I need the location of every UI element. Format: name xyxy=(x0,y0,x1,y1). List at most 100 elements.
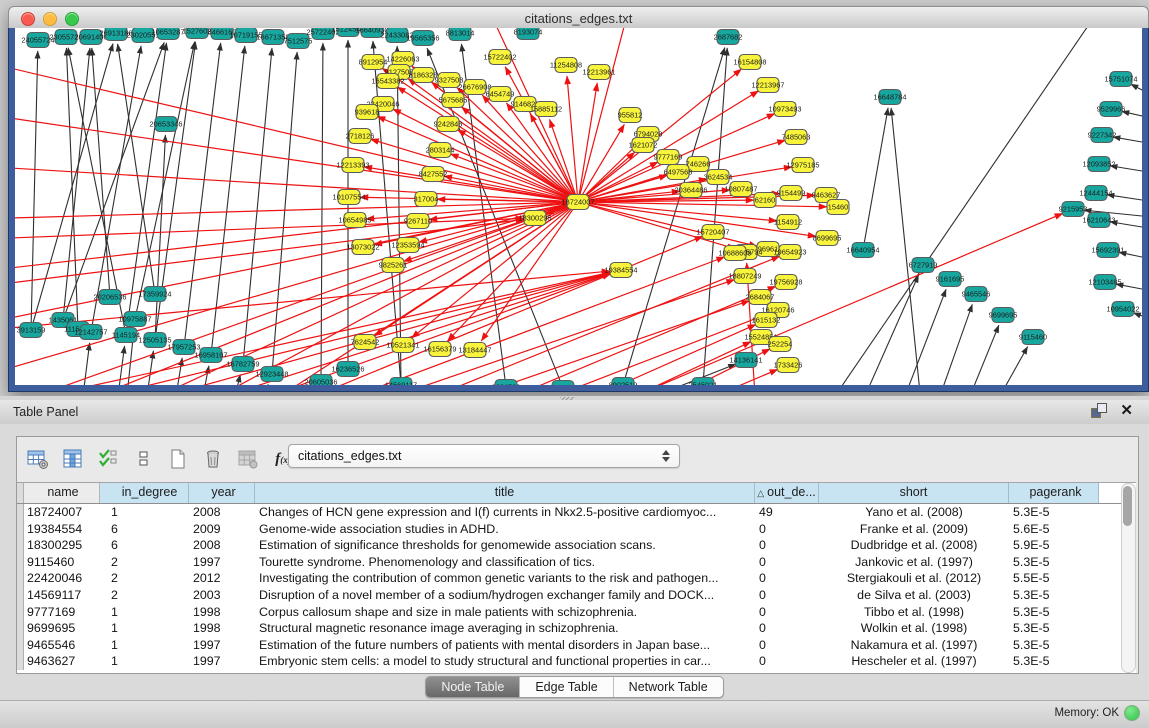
graph-edge[interactable] xyxy=(15,204,570,368)
graph-node[interactable]: 8186328 xyxy=(409,68,438,83)
graph-node[interactable]: 7624542 xyxy=(351,335,380,350)
graph-node[interactable]: 15751074 xyxy=(1105,72,1138,87)
table-select-dropdown[interactable]: citations_edges.txt xyxy=(288,444,680,468)
show-columns-icon[interactable] xyxy=(60,446,86,472)
graph-edge[interactable] xyxy=(457,130,571,198)
graph-edge[interactable] xyxy=(481,209,573,341)
graph-node[interactable]: 9825261 xyxy=(379,258,408,273)
table-row[interactable]: 969969511998Structural magnetic resonanc… xyxy=(17,620,1136,637)
graph-node[interactable]: 16154808 xyxy=(734,55,767,70)
graph-edge[interactable] xyxy=(625,48,725,378)
graph-node[interactable]: 1145194 xyxy=(112,328,140,343)
graph-node[interactable]: 9529966 xyxy=(1097,102,1126,117)
graph-node[interactable]: 12444154 xyxy=(1080,186,1113,201)
graph-node[interactable]: 12353594 xyxy=(392,238,425,253)
table-row[interactable]: 911546021997Tourette syndrome. Phenomeno… xyxy=(17,554,1136,571)
graph-node[interactable]: 9777169 xyxy=(654,150,683,165)
tab-node-table[interactable]: Node Table xyxy=(426,677,520,697)
graph-node[interactable]: 955812 xyxy=(618,108,643,123)
graph-edge[interactable] xyxy=(31,51,38,322)
graph-node[interactable]: 16648784 xyxy=(874,90,907,105)
graph-node[interactable]: 9227342 xyxy=(1088,128,1117,143)
graph-edge[interactable] xyxy=(225,273,611,385)
graph-node[interactable]: 12103485 xyxy=(1089,275,1122,290)
graph-node[interactable]: 15692391 xyxy=(1092,243,1125,258)
row-select-icon[interactable] xyxy=(95,446,121,472)
graph-node[interactable]: 14136141 xyxy=(730,353,763,368)
tab-network-table[interactable]: Network Table xyxy=(614,677,723,697)
table-mode-icon[interactable] xyxy=(25,446,51,472)
graph-node[interactable]: 939618 xyxy=(355,105,380,120)
memory-status-icon[interactable] xyxy=(1124,705,1140,721)
graph-node[interactable]: 16640954 xyxy=(847,243,880,258)
table-row[interactable]: 2242004622012Investigating the contribut… xyxy=(17,570,1136,587)
table-row[interactable]: 946554611997Estimation of the future num… xyxy=(17,637,1136,654)
graph-node[interactable]: 15722402 xyxy=(484,50,517,65)
graph-edge[interactable] xyxy=(33,44,113,323)
table-row[interactable]: 1830029562008Estimation of significance … xyxy=(17,537,1136,554)
delete-column-icon[interactable] xyxy=(200,446,226,472)
graph-node[interactable]: 2718126 xyxy=(346,129,375,144)
graph-edge[interactable] xyxy=(397,46,401,377)
graph-node[interactable]: 6497568 xyxy=(664,165,693,180)
rows-icon[interactable] xyxy=(130,446,156,472)
graph-node[interactable]: 8813014 xyxy=(446,28,475,41)
graph-node[interactable]: 1615132 xyxy=(752,313,781,328)
graph-node[interactable]: 17359924 xyxy=(139,287,172,302)
graph-edge[interactable] xyxy=(15,202,570,218)
graph-node[interactable]: 20206536 xyxy=(94,290,127,305)
graph-node[interactable]: 2545021 xyxy=(689,378,718,386)
graph-node[interactable]: 20364486 xyxy=(675,183,708,198)
graph-node[interactable]: 20605036 xyxy=(305,375,338,386)
graph-node[interactable]: 10521341 xyxy=(387,338,420,353)
graph-node[interactable]: 12505135 xyxy=(139,333,172,348)
graph-node[interactable]: 14569117 xyxy=(385,378,417,386)
network-canvas[interactable]: 1872400719384554891295414226063912750816… xyxy=(15,28,1142,385)
column-header-in_degree[interactable]: in_degree xyxy=(100,483,189,503)
graph-node[interactable]: 5675685 xyxy=(439,93,468,108)
graph-edge[interactable] xyxy=(586,204,758,246)
import-table-icon[interactable] xyxy=(235,446,261,472)
graph-edge[interactable] xyxy=(970,325,999,385)
graph-node[interactable]: 12923448 xyxy=(256,367,289,382)
graph-edge[interactable] xyxy=(273,52,298,366)
graph-node[interactable]: 12093852 xyxy=(1083,157,1116,172)
table-row[interactable]: 946362711997Embryonic stem cells: a mode… xyxy=(17,653,1136,670)
graph-edge[interactable] xyxy=(244,48,272,356)
graph-node[interactable]: 3913159 xyxy=(17,323,46,338)
graph-edge[interactable] xyxy=(321,43,323,374)
graph-node[interactable]: 19565356 xyxy=(407,31,440,46)
close-icon[interactable]: ✕ xyxy=(1120,403,1133,418)
graph-node[interactable]: 1733426 xyxy=(774,358,803,373)
graph-node[interactable]: 6727919 xyxy=(909,258,938,273)
graph-edge[interactable] xyxy=(264,384,268,385)
table-row[interactable]: 977716911998Corpus callosum shape and si… xyxy=(17,604,1136,621)
graph-node[interactable]: 18807249 xyxy=(729,269,762,284)
graph-node[interactable]: 9267110 xyxy=(404,214,432,229)
graph-node[interactable]: 8193074 xyxy=(514,28,543,40)
graph-edge[interactable] xyxy=(635,213,1063,385)
graph-node[interactable]: 9024502 xyxy=(492,380,521,386)
column-header-out_de[interactable]: △out_de... xyxy=(755,483,819,503)
graph-node[interactable]: 16958107 xyxy=(195,348,228,363)
graph-node[interactable]: 9465546 xyxy=(962,287,991,302)
graph-edge[interactable] xyxy=(1000,347,1028,385)
graph-edge[interactable] xyxy=(1131,84,1142,90)
zoom-window-button[interactable] xyxy=(65,12,79,26)
graph-node[interactable]: 9115460 xyxy=(1019,330,1047,345)
graph-node[interactable]: 1154912 xyxy=(774,215,802,230)
column-header-pagerank[interactable]: pagerank xyxy=(1009,483,1099,503)
minimize-window-button[interactable] xyxy=(43,12,57,26)
graph-node[interactable]: 10954022 xyxy=(1107,302,1140,317)
graph-node[interactable]: 9154499 xyxy=(777,186,806,201)
column-header-year[interactable]: year xyxy=(189,483,255,503)
graph-node[interactable]: 9242848 xyxy=(434,117,463,132)
graph-node[interactable]: 317004 xyxy=(414,192,439,207)
graph-node[interactable]: 9215953 xyxy=(1059,202,1088,217)
graph-node[interactable]: 15460 xyxy=(827,200,849,215)
column-header-title[interactable]: title xyxy=(255,483,755,503)
graph-edge[interactable] xyxy=(66,42,164,312)
graph-edge[interactable] xyxy=(185,43,221,339)
graph-node[interactable]: 7485063 xyxy=(782,130,811,145)
graph-edge[interactable] xyxy=(864,108,888,242)
